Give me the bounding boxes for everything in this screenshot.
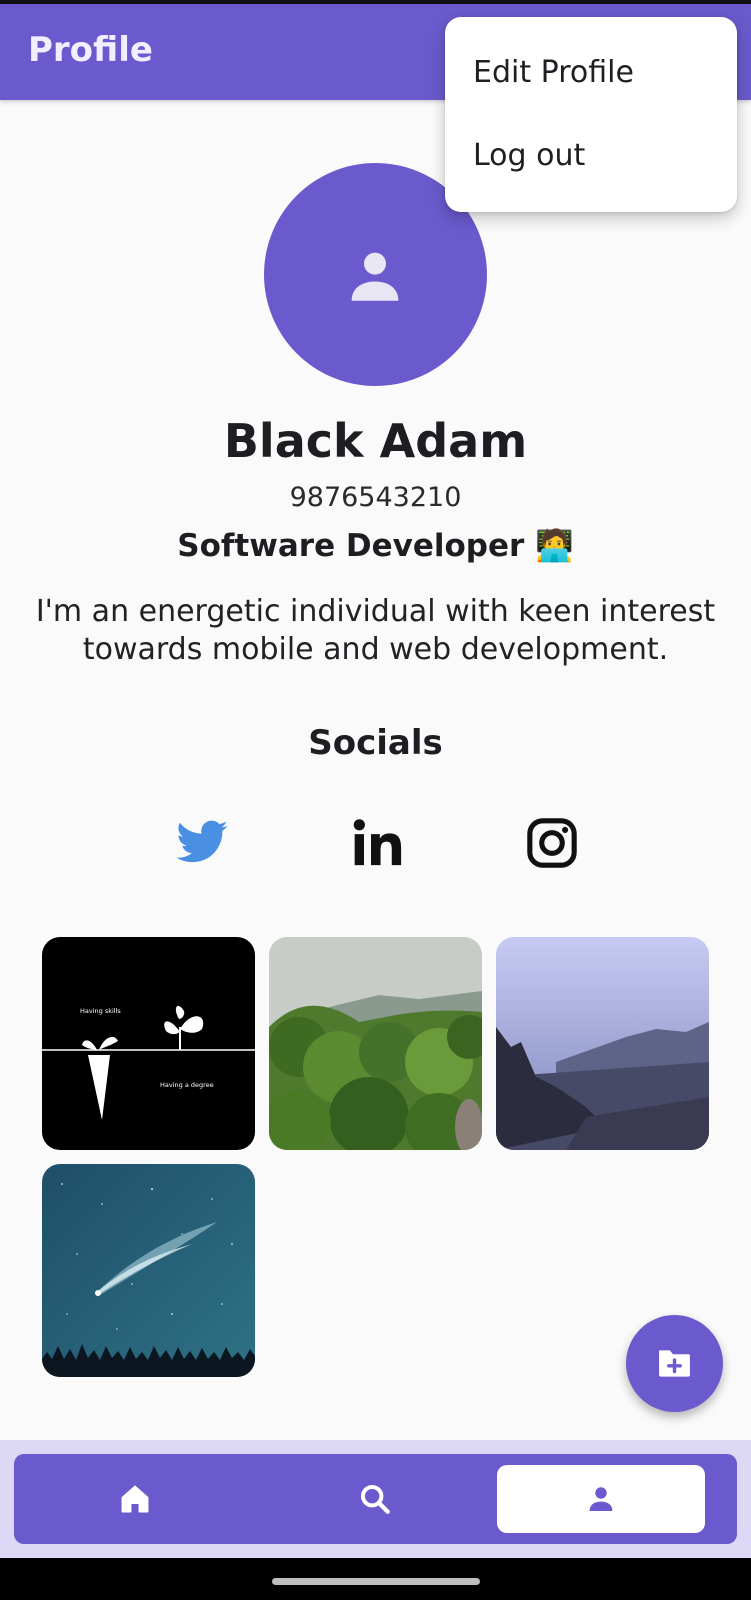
bottom-navigation [0, 1440, 751, 1558]
profile-icon [589, 1487, 613, 1511]
profile-occupation: Software Developer 🧑‍💻 [177, 528, 574, 564]
profile-phone: 9876543210 [289, 482, 462, 513]
overflow-menu: Edit Profile Log out [445, 17, 737, 212]
profile-bio: I'm an energetic individual with keen in… [35, 594, 716, 667]
page-title: Profile [28, 30, 153, 70]
add-folder-icon [659, 1350, 690, 1377]
nav-profile[interactable] [497, 1465, 705, 1533]
linkedin-icon [353, 819, 402, 866]
twitter-link[interactable] [174, 815, 230, 871]
gesture-handle[interactable] [272, 1578, 480, 1585]
profile-screen: Profile Edit Profile Log out Black Adam … [0, 0, 751, 1600]
add-photo-fab[interactable] [626, 1315, 723, 1412]
log-out-menu-item[interactable]: Log out [473, 138, 585, 173]
photo-forest-hills[interactable] [269, 937, 482, 1150]
search-icon [360, 1484, 390, 1514]
photo-misty-valley[interactable] [496, 937, 709, 1150]
home-icon [121, 1485, 149, 1513]
photo-comet-night-sky[interactable] [42, 1164, 255, 1377]
socials-heading: Socials [308, 723, 443, 763]
nav-home[interactable] [14, 1454, 254, 1544]
linkedin-link[interactable] [350, 815, 406, 871]
photo-skills-vs-degree[interactable]: Having skills Having a degree [42, 937, 255, 1150]
bottom-nav-bar [14, 1454, 737, 1544]
profile-name: Black Adam [223, 414, 528, 468]
instagram-link[interactable] [524, 815, 580, 871]
nav-search[interactable] [254, 1454, 494, 1544]
instagram-icon [527, 818, 577, 868]
twitter-icon [176, 820, 228, 863]
skills-caption: Having skills [80, 1007, 121, 1015]
degree-caption: Having a degree [160, 1081, 214, 1089]
edit-profile-menu-item[interactable]: Edit Profile [473, 55, 634, 90]
person-icon [351, 252, 399, 301]
